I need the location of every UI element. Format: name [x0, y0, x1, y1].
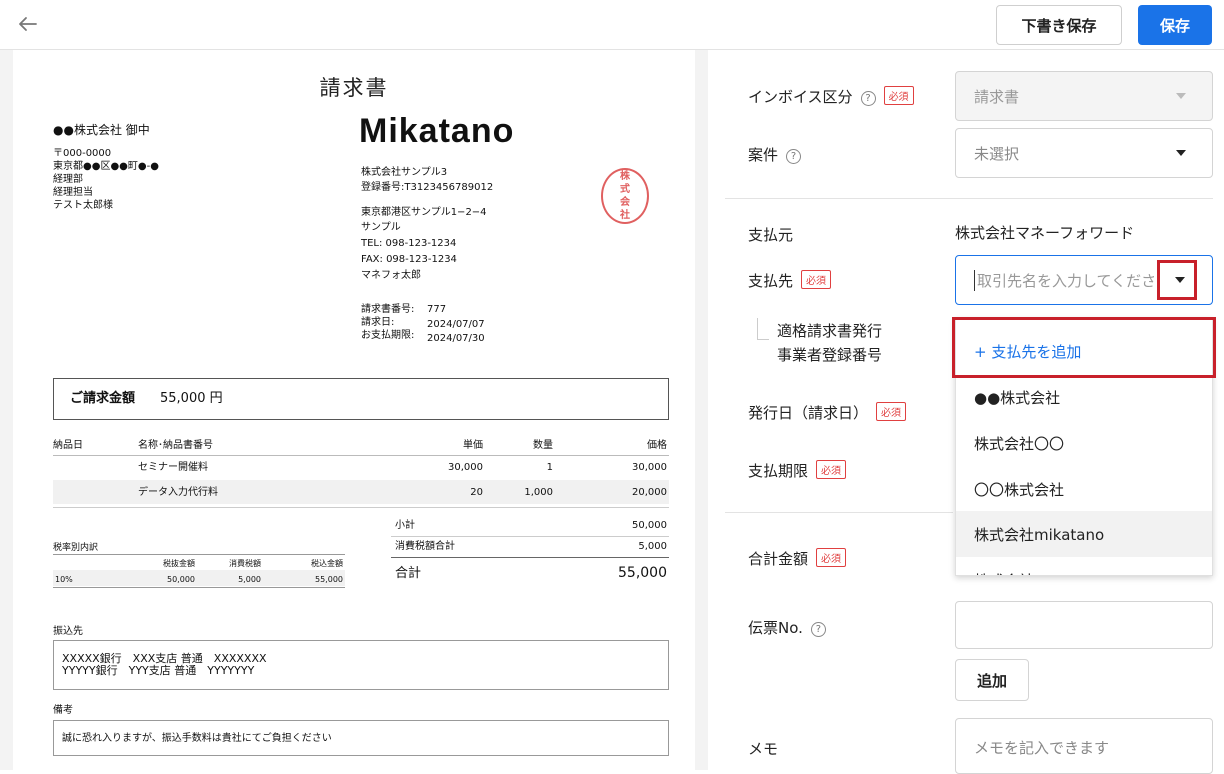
grand-total-label: 合計 — [395, 566, 422, 581]
payee-label: 支払先 必須 — [748, 270, 832, 291]
items-bottom-rule — [53, 507, 669, 508]
items-header-qty: 数量 — [533, 440, 553, 451]
note-label: 備考 — [53, 705, 73, 716]
slip-no-input[interactable] — [955, 601, 1213, 649]
tax-header-net: 税抜金額 — [163, 559, 195, 568]
total-amount-label: 合計金額 必須 — [748, 548, 847, 569]
billing-amount-value: 55,000 円 — [160, 391, 223, 406]
invoice-title: 請求書 — [319, 76, 389, 100]
invoice-date: 2024/07/07 — [427, 319, 485, 330]
chevron-down-icon — [1176, 150, 1186, 156]
recipient-dept: 経理部 — [53, 174, 83, 185]
bank-box: XXXXX銀行 XXX支店 普通 XXXXXXX YYYYY銀行 YYY支店 普… — [53, 640, 669, 690]
invoice-number-label: 請求書番号: — [361, 304, 415, 315]
items-header-name: 名称･納品書番号 — [138, 440, 213, 451]
tax-total-value: 5,000 — [638, 541, 667, 552]
memo-label: メモ — [748, 740, 779, 758]
memo-textarea[interactable]: メモを記入できます — [955, 718, 1213, 774]
project-label: 案件? — [748, 144, 802, 165]
help-icon[interactable]: ? — [786, 149, 802, 164]
bank-label: 振込先 — [53, 626, 83, 637]
issuer-person: マネフォ太郎 — [361, 270, 421, 281]
invoice-preview: 請求書 ●●株式会社 御中 〒000-0000 東京都●●区●●町●-● 経理部… — [13, 50, 695, 770]
top-bar: 下書き保存 保存 — [0, 0, 1224, 50]
issuer-address1: 東京都港区サンプル1−2−4 — [361, 207, 487, 218]
back-arrow-icon[interactable] — [14, 10, 42, 38]
issuer-tel: TEL: 098-123-1234 — [361, 238, 457, 249]
invoice-type-label: インボイス区分? 必須 — [748, 86, 914, 107]
dropdown-toggle-highlight — [1157, 260, 1197, 300]
recipient-postal: 〒000-0000 — [53, 148, 112, 159]
invoice-type-select: 請求書 — [955, 71, 1213, 121]
issuer-fax: FAX: 098-123-1234 — [361, 254, 457, 265]
required-badge: 必須 — [801, 270, 832, 289]
payer-value: 株式会社マネーフォワード — [955, 224, 1135, 242]
help-icon[interactable]: ? — [860, 91, 876, 106]
dropdown-option[interactable]: 株式会社mikatano — [956, 511, 1212, 557]
reg-no-label-2: 事業者登録番号 — [777, 346, 883, 364]
subtotal-label: 小計 — [395, 520, 415, 531]
items-header-date: 納品日 — [53, 440, 83, 451]
dropdown-option[interactable]: 株式会社○○ — [956, 557, 1212, 576]
reg-no-label-1: 適格請求書発行 — [777, 322, 883, 340]
payer-label: 支払元 — [748, 226, 794, 244]
tax-header-gross: 税込金額 — [311, 559, 343, 568]
section-divider — [725, 198, 1213, 199]
billing-amount-box: ご請求金額 55,000 円 — [53, 378, 669, 420]
required-badge: 必須 — [876, 402, 907, 421]
grand-total-value: 55,000 — [618, 565, 667, 581]
chevron-down-icon — [1176, 93, 1186, 99]
recipient-address: 東京都●●区●●町●-● — [53, 161, 159, 172]
issuer-reg-no: 登録番号:T3123456789012 — [361, 182, 494, 193]
required-badge: 必須 — [816, 548, 847, 567]
invoice-due: 2024/07/30 — [427, 333, 485, 344]
tax-header-tax: 消費税額 — [229, 559, 261, 568]
dropdown-option[interactable]: ●●株式会社 — [956, 374, 1212, 420]
recipient-person: テスト太郎様 — [53, 200, 113, 211]
bank-line-2: YYYYY銀行 YYY支店 普通 YYYYYYY — [62, 664, 255, 677]
required-badge: 必須 — [883, 86, 914, 105]
company-logo: Mikatano — [359, 112, 515, 150]
note-box: 誠に恐れ入りますが、振込手数料は貴社にてご負担ください — [53, 720, 669, 756]
tax-breakdown-rule — [53, 554, 345, 555]
dropdown-option[interactable]: 〇〇株式会社 — [956, 466, 1212, 512]
save-draft-button[interactable]: 下書き保存 — [996, 5, 1122, 45]
subtotal-value: 50,000 — [632, 520, 667, 531]
company-seal-stamp: 株式 会社 — [601, 168, 649, 224]
due-date-label: 支払期限 必須 — [748, 460, 847, 481]
add-slip-button[interactable]: 追加 — [955, 659, 1029, 701]
items-header-rule — [53, 455, 669, 456]
dropdown-option[interactable]: 株式会社〇〇 — [956, 420, 1212, 466]
help-icon[interactable]: ? — [810, 622, 826, 637]
note-text: 誠に恐れ入りますが、振込手数料は貴社にてご負担ください — [62, 733, 332, 744]
required-badge: 必須 — [816, 460, 847, 479]
tax-breakdown-label: 税率別内訳 — [53, 543, 99, 553]
items-header-unit: 単価 — [463, 440, 483, 451]
slip-no-label: 伝票No.? — [748, 617, 826, 638]
tax-total-label: 消費税額合計 — [395, 541, 455, 552]
issuer-address2: サンプル — [361, 222, 401, 233]
recipient-role: 経理担当 — [53, 187, 93, 198]
subtotal-rule — [391, 536, 669, 537]
issuer-company: 株式会社サンプル3 — [361, 167, 448, 178]
billing-amount-label: ご請求金額 — [70, 391, 136, 406]
tax-row-rule — [53, 587, 345, 588]
issue-date-label: 発行日（請求日） 必須 — [748, 402, 907, 423]
invoice-date-label: 請求日: — [361, 317, 395, 328]
add-payee-highlight — [952, 317, 1216, 378]
tax-total-rule — [391, 557, 669, 558]
recipient-name: ●●株式会社 御中 — [53, 123, 150, 137]
save-button[interactable]: 保存 — [1138, 5, 1212, 45]
project-select[interactable]: 未選択 — [955, 128, 1213, 178]
items-header-price: 価格 — [647, 440, 667, 451]
invoice-due-label: お支払期限: — [361, 330, 415, 341]
tree-connector — [757, 318, 769, 340]
invoice-number: 777 — [427, 304, 447, 315]
section-divider — [725, 512, 953, 513]
